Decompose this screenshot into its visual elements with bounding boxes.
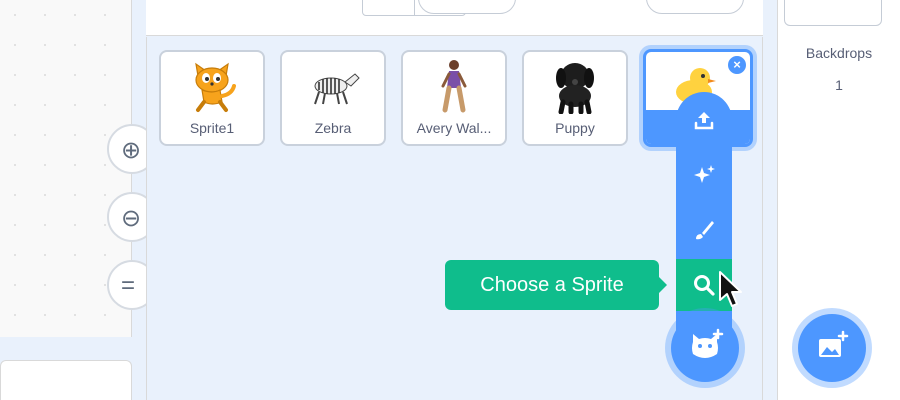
puppy-icon (524, 58, 626, 114)
code-footer (0, 360, 132, 400)
add-sprite-menu (676, 92, 732, 352)
sprite-name: Zebra (314, 120, 352, 136)
sprite-name: Puppy (555, 120, 595, 136)
sprite-tile[interactable]: Avery Wal... (401, 50, 507, 146)
surprise-sprite-button[interactable] (676, 149, 732, 201)
zoom-in-icon: ⊕ (121, 137, 142, 164)
add-backdrop-button[interactable] (798, 314, 866, 382)
zoom-reset-icon: = (121, 272, 136, 299)
paint-sprite-button[interactable] (676, 204, 732, 256)
tooltip: Choose a Sprite (445, 260, 667, 310)
upload-icon (694, 112, 714, 130)
sprite-tile[interactable]: Sprite1 (159, 50, 265, 146)
zoom-out-icon: ⊖ (121, 205, 142, 232)
cat-plus-icon (692, 328, 724, 358)
size-field[interactable] (646, 0, 744, 14)
cat-icon (161, 58, 263, 114)
delete-sprite-button[interactable]: × (726, 54, 748, 76)
sprite-tile[interactable]: Zebra (280, 50, 386, 146)
close-icon: × (733, 57, 741, 72)
zebra-icon (282, 58, 384, 114)
sparkle-icon (694, 165, 715, 183)
backdrops-count: 1 (835, 77, 843, 93)
upload-sprite-button[interactable] (676, 94, 732, 146)
stage-thumbnail[interactable] (784, 0, 882, 26)
add-sprite-button[interactable] (671, 314, 739, 382)
search-icon (694, 275, 715, 296)
show-toggle[interactable] (418, 0, 516, 14)
stage-pane: Backdrops 1 (777, 0, 900, 400)
sprite-info-bar (146, 0, 763, 36)
sprite-tile[interactable]: Puppy (522, 50, 628, 146)
sprite-name: Avery Wal... (416, 120, 492, 136)
image-plus-icon (819, 330, 849, 357)
mouse-cursor-icon (719, 271, 742, 307)
paintbrush-icon (696, 221, 714, 240)
backdrops-label: Backdrops (805, 45, 873, 61)
sprite-name: Sprite1 (189, 120, 235, 136)
person-icon (403, 58, 505, 114)
